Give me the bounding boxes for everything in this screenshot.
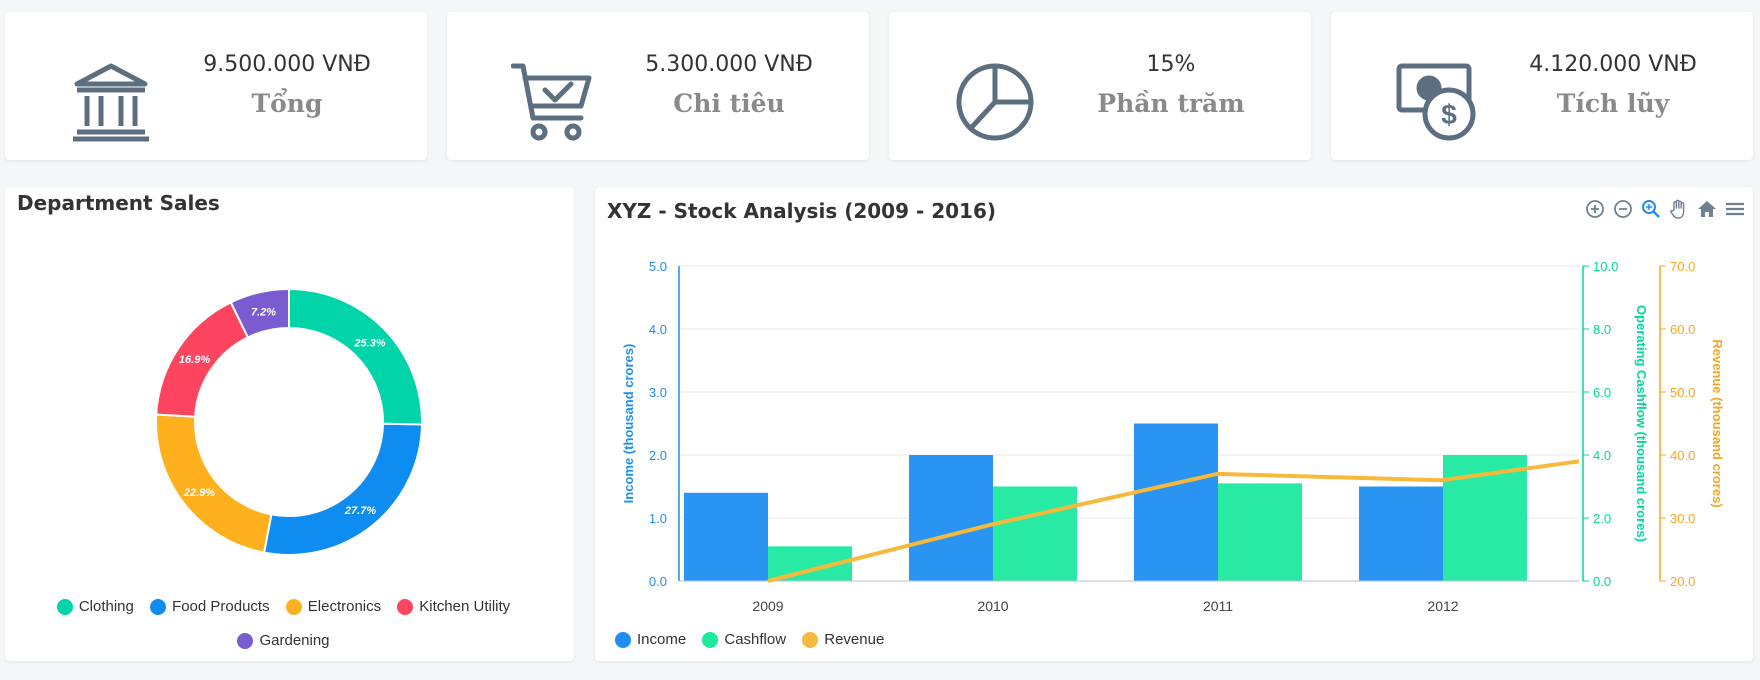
legend-item-revenue[interactable]: Revenue (802, 631, 884, 648)
donut-slice-clothing[interactable] (288, 287, 423, 426)
cashflow-tick-label: 8.0 (1593, 322, 1611, 337)
income-tick-label: 3.0 (649, 385, 667, 400)
legend-item-electronics[interactable]: Electronics (285, 592, 382, 622)
income-axis-title: Income (thousand crores) (621, 344, 636, 504)
stat-value: 15% (1146, 52, 1196, 77)
stock-chart: 0.0 1.0 2.0 3.0 4.0 5.0 Income (thousand crore… (621, 259, 1725, 614)
home-reset-icon[interactable] (1696, 198, 1718, 220)
donut-slice-food-products[interactable] (262, 422, 423, 556)
svg-text:$: $ (1441, 99, 1457, 130)
revenue-tick-label: 40.0 (1670, 448, 1695, 463)
legend-label: Income (637, 631, 687, 648)
stat-card-total: 9.500.000 VNĐ Tổng (5, 12, 427, 160)
stock-legend: Income Cashflow Revenue (615, 631, 896, 652)
income-tick-label: 2.0 (649, 448, 667, 463)
income-tick-label: 5.0 (649, 259, 667, 274)
zoom-in-icon[interactable] (1584, 198, 1606, 220)
bank-icon (73, 63, 149, 142)
donut-slice-electronics[interactable] (155, 413, 273, 554)
legend-label: Revenue (824, 631, 885, 648)
stat-value: 5.300.000 VNĐ (645, 52, 813, 77)
money-icon: $ (1396, 63, 1476, 141)
pan-hand-icon[interactable] (1668, 198, 1690, 220)
stat-label: Chi tiêu (673, 89, 785, 118)
income-tick-label: 0.0 (649, 574, 667, 589)
cashflow-tick-label: 4.0 (1593, 448, 1611, 463)
revenue-tick-label: 60.0 (1670, 322, 1695, 337)
income-bar-2012[interactable] (1359, 486, 1443, 582)
stock-analysis-panel: XYZ - Stock Analysis (2009 - 2016) 0.0 1.… (595, 187, 1753, 661)
revenue-tick-label: 30.0 (1670, 511, 1695, 526)
stat-card-savings: $ 4.120.000 VNĐ Tích lũy (1331, 12, 1753, 160)
legend-label: Clothing (78, 598, 134, 615)
revenue-tick-label: 50.0 (1670, 385, 1695, 400)
x-tick-label: 2010 (977, 598, 1008, 614)
legend-item-cashflow[interactable]: Cashflow (702, 631, 786, 648)
donut-data-label: 22.9% (183, 487, 215, 499)
legend-item-gardening[interactable]: Gardening (237, 626, 330, 656)
legend-item-clothing[interactable]: Clothing (56, 592, 134, 622)
stat-label: Phần trăm (1097, 89, 1245, 118)
pie-chart-icon (956, 63, 1034, 141)
revenue-tick-label: 70.0 (1670, 259, 1695, 274)
donut-data-label: 7.2% (251, 306, 276, 318)
cashflow-bar-2011[interactable] (1218, 483, 1302, 581)
income-tick-label: 1.0 (649, 511, 667, 526)
stat-card-percent: 15% Phần trăm (889, 12, 1311, 160)
revenue-tick-label: 20.0 (1670, 574, 1695, 589)
x-tick-label: 2011 (1203, 598, 1233, 614)
legend-label: Cashflow (724, 631, 787, 648)
donut-data-label: 25.3% (353, 338, 385, 350)
cashflow-axis-title: Operating Cashflow (thousand crores) (1634, 305, 1649, 542)
legend-label: Electronics (307, 598, 382, 615)
donut-data-label: 27.7% (344, 505, 376, 517)
cashflow-tick-label: 0.0 (1593, 574, 1611, 589)
chart-toolbar (1584, 198, 1746, 220)
donut-chart: 25.3% 27.7% 22.9% 16.9% 7.2% (155, 287, 423, 556)
donut-data-label: 16.9% (179, 354, 210, 366)
x-tick-label: 2009 (752, 598, 783, 614)
stat-value: 4.120.000 VNĐ (1529, 52, 1697, 77)
stat-label: Tổng (251, 89, 323, 118)
legend-label: Food Products (172, 598, 270, 615)
menu-icon[interactable] (1724, 198, 1746, 220)
cashflow-bar-2010[interactable] (993, 486, 1077, 582)
legend-label: Gardening (259, 632, 330, 649)
legend-item-food-products[interactable]: Food Products (150, 592, 270, 622)
revenue-axis-title: Revenue (thousand crores) (1710, 339, 1725, 507)
income-bar-2011[interactable] (1134, 423, 1218, 582)
income-bar-2009[interactable] (684, 492, 768, 581)
x-tick-label: 2012 (1427, 598, 1458, 614)
income-tick-label: 4.0 (649, 322, 667, 337)
legend-label: Kitchen Utility (419, 598, 511, 615)
donut-legend: Clothing Food Products Electronics Kitch… (5, 592, 574, 660)
cashflow-tick-label: 6.0 (1593, 385, 1611, 400)
legend-item-income[interactable]: Income (615, 631, 686, 648)
legend-item-kitchen-utility[interactable]: Kitchen Utility (397, 592, 510, 622)
zoom-out-icon[interactable] (1612, 198, 1634, 220)
stat-label: Tích lũy (1556, 89, 1670, 118)
department-sales-panel: Department Sales 25.3% 27.7% 22.9% 16.9% 7.2… (5, 187, 574, 661)
income-bar-2010[interactable] (909, 455, 993, 581)
stat-value: 9.500.000 VNĐ (203, 52, 371, 77)
cashflow-tick-label: 10.0 (1593, 259, 1618, 274)
shopping-cart-icon (511, 63, 592, 141)
selection-zoom-icon[interactable] (1640, 198, 1662, 220)
stat-card-spending: 5.300.000 VNĐ Chi tiêu (447, 12, 869, 160)
cashflow-tick-label: 2.0 (1593, 511, 1611, 526)
